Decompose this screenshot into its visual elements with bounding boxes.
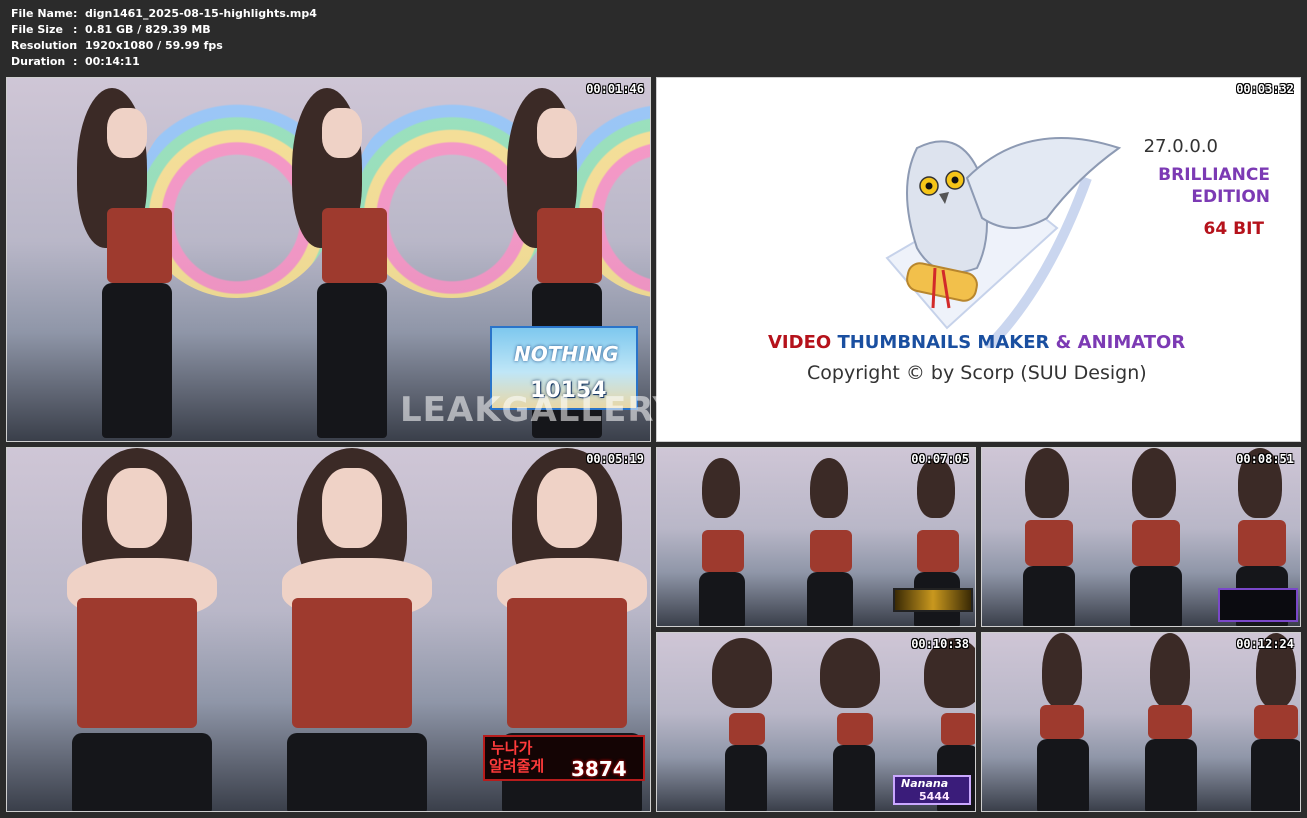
separator: : — [73, 55, 78, 68]
frame-timestamp: 00:07:05 — [911, 452, 969, 466]
resolution-label: Resolution — [11, 39, 78, 52]
thumbnail-frame-3[interactable]: 누나가 알려줄게 3874 00:05:19 — [6, 447, 651, 812]
title-thumbnails: THUMBNAILS MAKER — [837, 332, 1050, 353]
title-video: VIDEO — [768, 332, 832, 353]
frame-timestamp: 00:12:24 — [1236, 637, 1294, 651]
product-title: VIDEO THUMBNAILS MAKER & ANIMATOR — [768, 332, 1185, 353]
donation-overlay — [893, 588, 973, 612]
nanana-donation-overlay: Nanana 5444 — [893, 775, 971, 805]
frame-timestamp: 00:08:51 — [1236, 452, 1294, 466]
nanana-title: Nanana — [901, 777, 949, 790]
file-name-label: File Name — [11, 7, 73, 20]
thumbnail-frame-2[interactable]: 27.0.0.0 BRILLIANCE EDITION 64 BIT VIDEO… — [656, 77, 1301, 442]
frame-timestamp: 00:03:32 — [1236, 82, 1294, 96]
dancer-figure — [1236, 633, 1300, 811]
bit-label: 64 BIT — [1203, 219, 1264, 239]
file-size-row: File Size : 0.81 GB / 829.39 MB — [11, 22, 317, 38]
owl-logo-icon — [885, 137, 1122, 348]
duration-value: 00:14:11 — [85, 55, 140, 68]
dancer-figure — [282, 88, 412, 438]
duration-label: Duration — [11, 55, 66, 68]
edition-line-2: EDITION — [1191, 187, 1270, 207]
dancer-figure — [67, 88, 197, 438]
duration-row: Duration : 00:14:11 — [11, 54, 317, 70]
file-name-value: dign1461_2025-08-15-highlights.mp4 — [85, 7, 317, 20]
dancer-figure — [262, 448, 452, 811]
resolution-row: Resolution : 1920x1080 / 59.99 fps — [11, 38, 317, 54]
version-number: 27.0.0.0 — [1143, 136, 1218, 157]
frame-timestamp: 00:10:38 — [911, 637, 969, 651]
frame-scene — [982, 633, 1300, 811]
donation-overlay — [1218, 588, 1298, 622]
file-size-label: File Size — [11, 23, 63, 36]
frame-timestamp: 00:01:46 — [586, 82, 644, 96]
copyright-text: Copyright © by Scorp (SUU Design) — [807, 362, 1147, 384]
title-animator: & ANIMATOR — [1055, 332, 1186, 353]
edition-line-1: BRILLIANCE — [1158, 165, 1270, 185]
thumbnail-frame-1[interactable]: NOTHING 10154 00:01:46 — [6, 77, 651, 442]
dancer-figure — [687, 458, 757, 626]
separator: : — [73, 7, 78, 20]
frame-timestamp: 00:05:19 — [586, 452, 644, 466]
thumbnail-frame-4[interactable]: 00:07:05 — [656, 447, 976, 627]
separator: : — [73, 23, 78, 36]
file-size-value: 0.81 GB / 829.39 MB — [85, 23, 211, 36]
edition-label: BRILLIANCE EDITION — [1158, 164, 1270, 208]
separator: : — [73, 39, 78, 52]
nanana-count: 5444 — [919, 790, 950, 803]
thumbnail-frame-5[interactable]: 00:08:51 — [981, 447, 1301, 627]
file-info-header: File Name : dign1461_2025-08-15-highligh… — [11, 6, 317, 70]
dancer-figure — [1022, 633, 1102, 811]
korean-line-2: 알려줄게 — [489, 757, 545, 775]
dancer-figure — [1007, 448, 1087, 626]
dancer-figure — [795, 458, 865, 626]
dancer-figure — [1114, 448, 1194, 626]
file-name-row: File Name : dign1461_2025-08-15-highligh… — [11, 6, 317, 22]
dancer-figure — [815, 638, 885, 811]
nothing-title: NOTHING — [514, 342, 619, 366]
korean-donation-overlay: 누나가 알려줄게 3874 — [483, 735, 645, 781]
thumbnail-frame-6[interactable]: Nanana 5444 00:10:38 — [656, 632, 976, 812]
korean-count: 3874 — [571, 757, 627, 781]
dancer-figure — [1130, 633, 1210, 811]
thumbnail-frame-7[interactable]: 00:12:24 — [981, 632, 1301, 812]
resolution-value: 1920x1080 / 59.99 fps — [85, 39, 223, 52]
dancer-figure — [47, 448, 237, 811]
watermark-text: LEAKGALLERY.COM — [400, 390, 778, 430]
dancer-figure — [707, 638, 777, 811]
